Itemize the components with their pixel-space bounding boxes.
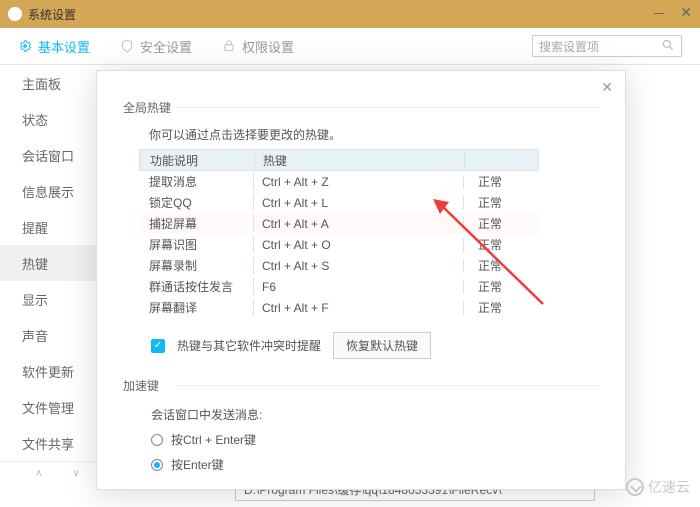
table-row[interactable]: 屏幕识图Ctrl + Alt + O正常 <box>139 234 539 255</box>
titlebar: 系统设置 － ✕ <box>0 0 700 28</box>
modal-backdrop: ✕ 全局热键 你可以通过点击选择要更改的热键。 功能说明 热键 提取消息Ctrl… <box>0 28 700 507</box>
radio-ctrl-enter[interactable]: 按Ctrl + Enter键 <box>151 431 599 448</box>
table-row[interactable]: 锁定QQCtrl + Alt + L正常 <box>139 192 539 213</box>
section-global-hotkeys: 全局热键 <box>123 99 599 116</box>
accelerator-section: 加速键 会话窗口中发送消息: 按Ctrl + Enter键 按Enter键 <box>123 377 599 473</box>
radio-icon <box>151 459 163 471</box>
close-icon[interactable]: ✕ <box>601 79 613 96</box>
window-title: 系统设置 <box>28 6 76 23</box>
cloud-icon <box>626 478 644 496</box>
table-row[interactable]: 屏幕录制Ctrl + Alt + S正常 <box>139 255 539 276</box>
radio-enter[interactable]: 按Enter键 <box>151 456 599 473</box>
section-accelerator: 加速键 <box>123 377 599 394</box>
hotkey-hint: 你可以通过点击选择要更改的热键。 <box>149 126 599 143</box>
table-row[interactable]: 提取消息Ctrl + Alt + Z正常 <box>139 171 539 192</box>
accel-hint: 会话窗口中发送消息: <box>151 406 599 423</box>
header-hotkey: 热键 <box>255 152 465 169</box>
radio-icon <box>151 434 163 446</box>
window-controls: － ✕ <box>652 4 692 24</box>
conflict-row: ✓ 热键与其它软件冲突时提醒 恢复默认热键 <box>151 332 599 359</box>
watermark: 亿速云 <box>626 477 690 497</box>
conflict-checkbox[interactable]: ✓ <box>151 339 165 353</box>
table-header: 功能说明 热键 <box>139 149 539 171</box>
table-row[interactable]: 群通话按住发言F6正常 <box>139 276 539 297</box>
minimize-button[interactable]: － <box>652 4 666 24</box>
hotkey-table: 功能说明 热键 提取消息Ctrl + Alt + Z正常 锁定QQCtrl + … <box>139 149 539 318</box>
table-row[interactable]: 屏幕翻译Ctrl + Alt + F正常 <box>139 297 539 318</box>
restore-defaults-button[interactable]: 恢复默认热键 <box>333 332 431 359</box>
app-icon <box>8 7 22 21</box>
close-button[interactable]: ✕ <box>680 4 692 24</box>
header-function: 功能说明 <box>140 152 255 169</box>
table-row[interactable]: 捕捉屏幕Ctrl + Alt + A正常 <box>139 213 539 234</box>
conflict-label: 热键与其它软件冲突时提醒 <box>177 337 321 354</box>
hotkey-modal: ✕ 全局热键 你可以通过点击选择要更改的热键。 功能说明 热键 提取消息Ctrl… <box>96 70 626 490</box>
